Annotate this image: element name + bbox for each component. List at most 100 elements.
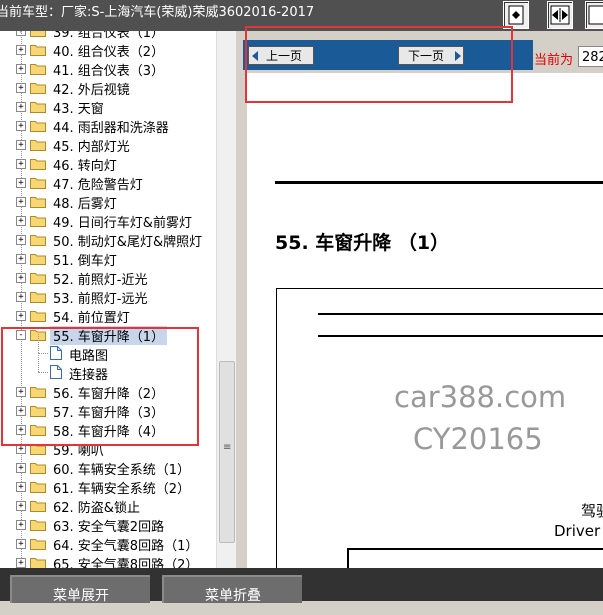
tree-item[interactable]: +48. 后雾灯 (0, 192, 215, 212)
tree-scrollbar[interactable]: ≡ (216, 31, 236, 568)
fit-width-button[interactable] (547, 1, 573, 29)
expand-icon[interactable]: + (16, 64, 26, 74)
tree-item[interactable]: +62. 防盗&锁止 (0, 496, 215, 516)
folder-icon (30, 463, 46, 474)
fit-page-button[interactable] (503, 1, 529, 29)
expand-icon[interactable]: + (16, 311, 26, 321)
folder-icon (30, 539, 46, 550)
diagram-label-cn: 驾驶 (581, 502, 603, 520)
tree-item-label: 65. 安全气囊8回路（2） (53, 558, 199, 568)
expand-icon[interactable]: + (16, 197, 26, 207)
page-heading: 55. 车窗升降 （1） (275, 232, 450, 254)
expand-icon[interactable]: + (16, 520, 26, 530)
fit-page-icon (508, 5, 524, 25)
tree-item[interactable]: +54. 前位置灯 (0, 306, 215, 326)
diagram-label-en: Driver (554, 522, 601, 540)
watermark-site: car388.com (394, 380, 567, 414)
tree-item[interactable]: +49. 日间行车灯&前雾灯 (0, 211, 215, 231)
folder-icon (30, 83, 46, 94)
folder-icon (30, 102, 46, 113)
expand-icon[interactable]: + (16, 216, 26, 226)
folder-icon (30, 64, 46, 75)
folder-icon (30, 254, 46, 265)
diagram-inner-left (347, 548, 349, 568)
folder-icon (30, 501, 46, 512)
tree-item-label: 48. 后雾灯 (53, 197, 117, 212)
folder-icon (30, 121, 46, 132)
folder-icon (30, 159, 46, 170)
chapter-tree: + 39. 组合仪表（1） +40. 组合仪表（2） +41. 组合仪表（3） +4… (0, 31, 236, 568)
folder-icon (30, 235, 46, 246)
highlight-box-nav (245, 26, 513, 103)
tree-item[interactable]: +63. 安全气囊2回路 (0, 515, 215, 535)
tree-item[interactable]: +51. 倒车灯 (0, 249, 215, 269)
tree-item[interactable]: +47. 危险警告灯 (0, 173, 215, 193)
folder-icon (30, 197, 46, 208)
tree-item-label: 46. 转向灯 (53, 159, 117, 174)
expand-icon[interactable]: + (16, 463, 26, 473)
folder-icon (30, 558, 46, 568)
tree-item[interactable]: +50. 制动灯&尾灯&牌照灯 (0, 230, 215, 250)
folder-icon (30, 178, 46, 189)
collapse-menu-button[interactable]: 菜单折叠 (162, 575, 302, 604)
expand-icon[interactable]: + (16, 292, 26, 302)
tree-item[interactable]: +52. 前照灯-近光 (0, 268, 215, 288)
current-page-input[interactable]: 282 (578, 46, 603, 67)
tree-item-label: 53. 前照灯-远光 (53, 292, 148, 307)
expand-icon[interactable]: + (16, 178, 26, 188)
expand-icon[interactable]: + (16, 45, 26, 55)
tree-item-label: 54. 前位置灯 (53, 311, 130, 326)
tree-item-label: 51. 倒车灯 (53, 254, 117, 269)
folder-icon (30, 273, 46, 284)
diagram-inner-top (347, 548, 603, 550)
tree-item-label: 49. 日间行车灯&前雾灯 (53, 216, 192, 231)
expand-icon[interactable]: + (16, 159, 26, 169)
expand-icon[interactable]: + (16, 539, 26, 549)
tree-item-label: 63. 安全气囊2回路 (53, 520, 165, 535)
tree-item[interactable]: +41. 组合仪表（3） (0, 59, 215, 79)
tree-item[interactable]: +65. 安全气囊8回路（2） (0, 553, 215, 568)
tree-item-label: 41. 组合仪表（3） (53, 64, 165, 79)
tree-item-label: 45. 内部灯光 (53, 140, 130, 155)
scrollbar-thumb[interactable]: ≡ (219, 361, 235, 543)
expand-icon[interactable]: + (16, 558, 26, 568)
folder-icon (30, 216, 46, 227)
tree-item[interactable]: +60. 车辆安全系统（1） (0, 458, 215, 478)
diagram-rule-1 (318, 313, 603, 315)
fullscreen-icon (588, 5, 603, 25)
tree-item[interactable]: +46. 转向灯 (0, 154, 215, 174)
tree-item[interactable]: +53. 前照灯-远光 (0, 287, 215, 307)
tree-item-label: 43. 天窗 (53, 102, 104, 117)
tree-item[interactable]: +45. 内部灯光 (0, 135, 215, 155)
folder-icon (30, 311, 46, 322)
tree-item-partial[interactable]: + 39. 组合仪表（1） (0, 31, 215, 41)
expand-icon[interactable]: + (16, 482, 26, 492)
grip-icon: ≡ (223, 442, 232, 453)
folder-icon (30, 520, 46, 531)
expand-icon[interactable]: + (16, 254, 26, 264)
tree-item[interactable]: +42. 外后视镜 (0, 78, 215, 98)
expand-icon[interactable]: + (16, 501, 26, 511)
tree-item[interactable]: +43. 天窗 (0, 97, 215, 117)
fullscreen-button[interactable] (585, 1, 603, 29)
tree-item-label: 40. 组合仪表（2） (53, 45, 165, 60)
folder-icon (30, 482, 46, 493)
expand-icon[interactable]: + (16, 273, 26, 283)
tree-item[interactable]: +44. 雨刮器和洗涤器 (0, 116, 215, 136)
tree-item-label: 52. 前照灯-近光 (53, 273, 148, 288)
expand-icon[interactable]: + (16, 83, 26, 93)
expand-icon[interactable]: + (16, 121, 26, 131)
expand-icon[interactable]: + (16, 235, 26, 245)
tree-item-label: 44. 雨刮器和洗涤器 (53, 121, 169, 136)
tree-item[interactable]: +64. 安全气囊8回路（1） (0, 534, 215, 554)
watermark-code: CY20165 (413, 422, 543, 456)
tree-item-label: 50. 制动灯&尾灯&牌照灯 (53, 235, 203, 250)
tree-item-label: 62. 防盗&锁止 (53, 501, 140, 516)
tree-item[interactable]: +40. 组合仪表（2） (0, 40, 215, 60)
expand-menu-button[interactable]: 菜单展开 (10, 575, 150, 604)
tree-item[interactable]: +61. 车辆安全系统（2） (0, 477, 215, 497)
tree-item-label: 64. 安全气囊8回路（1） (53, 539, 199, 554)
expand-icon[interactable]: + (16, 140, 26, 150)
folder-icon (30, 140, 46, 151)
expand-icon[interactable]: + (16, 102, 26, 112)
